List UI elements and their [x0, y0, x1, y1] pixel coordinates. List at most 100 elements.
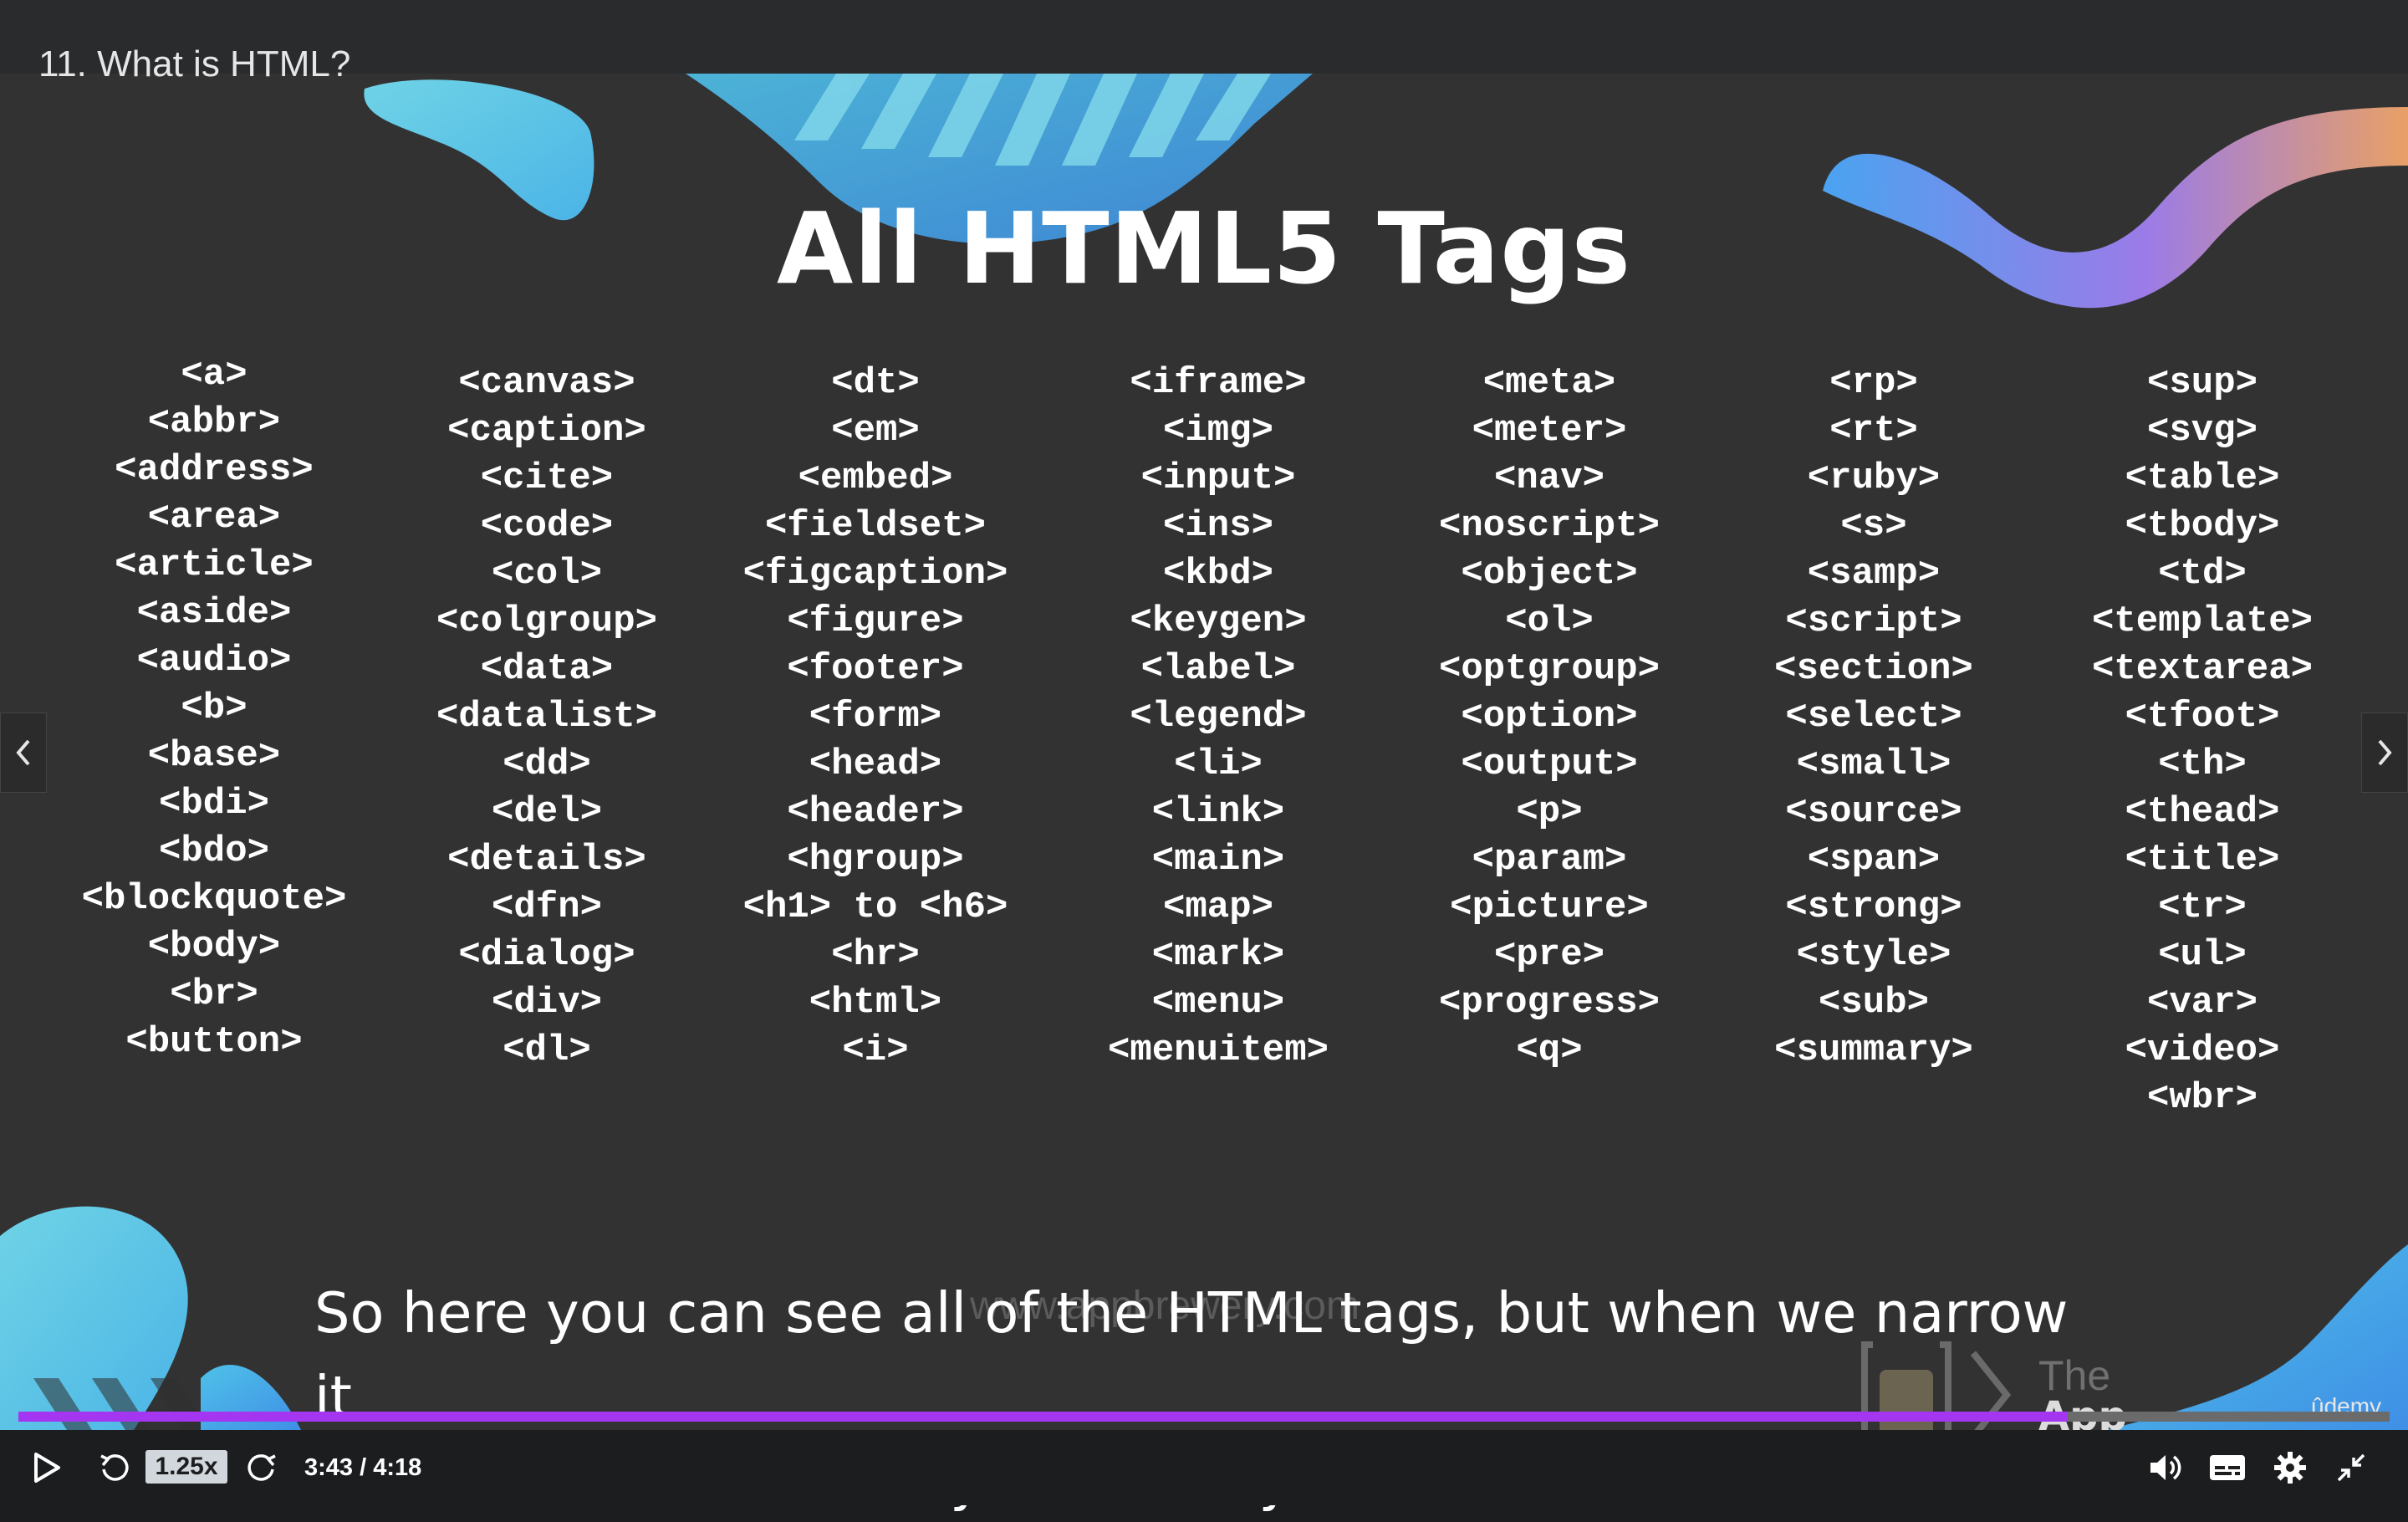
html-tag-item: <template>: [2091, 600, 2314, 642]
html-tag-item: <thead>: [2125, 791, 2280, 833]
html-tag-item: <link>: [1151, 791, 1285, 833]
html-tag-item: <title>: [2125, 839, 2280, 881]
html-tag-item: <mark>: [1151, 934, 1285, 976]
forward-button[interactable]: [239, 1430, 286, 1505]
html-tag-item: <wbr>: [2146, 1077, 2258, 1119]
exit-fullscreen-button[interactable]: [2328, 1430, 2375, 1505]
next-lecture-button[interactable]: [2361, 712, 2408, 793]
html-tag-item: <del>: [491, 791, 603, 833]
time-display: 3:43 / 4:18: [304, 1453, 422, 1481]
html-tag-item: <base>: [147, 735, 281, 777]
html-tag-item: <kbd>: [1162, 553, 1274, 595]
html-tag-item: <menu>: [1151, 982, 1285, 1024]
html-tag-item: <ol>: [1505, 600, 1594, 642]
html-tag-item: <td>: [2158, 553, 2247, 595]
html-tag-item: <pre>: [1493, 934, 1605, 976]
html-tag-item: <embed>: [798, 457, 953, 499]
html-tag-item: <head>: [809, 743, 942, 785]
play-button[interactable]: [25, 1430, 69, 1505]
html-tag-item: <area>: [147, 497, 281, 539]
html-tag-item: <figcaption>: [742, 553, 1008, 595]
volume-button[interactable]: [2140, 1430, 2191, 1505]
html-tag-item: <button>: [125, 1021, 303, 1063]
html-tag-item: <blockquote>: [81, 878, 347, 920]
html-tag-item: <canvas>: [458, 362, 635, 404]
html-tag-item: <code>: [480, 505, 614, 547]
rewind-button[interactable]: [90, 1430, 137, 1505]
slide-title: All HTML5 Tags: [777, 191, 1631, 306]
html-tag-item: <tbody>: [2125, 505, 2280, 547]
html-tag-item: <nav>: [1493, 457, 1605, 499]
html-tag-item: <keygen>: [1130, 600, 1307, 642]
html-tag-item: <abbr>: [147, 401, 281, 443]
html-tag-item: <meta>: [1482, 362, 1616, 404]
tag-column-4: <iframe> <img> <input> <ins> <kbd> <keygen> <l…: [1051, 360, 1385, 1075]
html-tag-item: <svg>: [2146, 410, 2258, 452]
html-tag-item: <dfn>: [491, 886, 603, 928]
settings-button[interactable]: [2266, 1430, 2314, 1505]
html-tag-item: <a>: [181, 354, 247, 396]
video-slide: All HTML5 Tags <a> <abbr> <address> <area> <…: [0, 74, 2408, 1430]
html-tag-item: <legend>: [1130, 696, 1307, 738]
progress-bar[interactable]: [18, 1412, 2390, 1422]
html-tag-item: <sub>: [1818, 982, 1930, 1024]
html-tag-item: <hgroup>: [787, 839, 964, 881]
html-tag-item: <tfoot>: [2125, 696, 2280, 738]
rewind-5-icon: [100, 1454, 129, 1481]
html-tag-item: <figure>: [787, 600, 964, 642]
html-tag-item: <details>: [447, 839, 646, 881]
progress-bar-fill: [18, 1412, 2069, 1422]
html-tag-item: <colgroup>: [436, 600, 658, 642]
html-tag-item: <tr>: [2158, 886, 2247, 928]
volume-icon: [2150, 1455, 2181, 1480]
html-tag-item: <input>: [1140, 457, 1296, 499]
html-tag-item: <map>: [1162, 886, 1274, 928]
html-tag-item: <datalist>: [436, 696, 658, 738]
html-tag-item: <q>: [1516, 1029, 1583, 1071]
tag-column-1: <a> <abbr> <address> <area> <article> <aside>…: [47, 351, 381, 1066]
html-tag-item: <col>: [491, 553, 603, 595]
tag-column-3: <dt> <em> <embed> <fieldset> <figcaption> <fi…: [708, 360, 1043, 1075]
html-tag-item: <caption>: [447, 410, 646, 452]
html-tag-item: <header>: [787, 791, 964, 833]
html-tag-item: <option>: [1461, 696, 1638, 738]
html-tag-item: <article>: [115, 544, 314, 586]
html-tag-item: <samp>: [1807, 553, 1941, 595]
html-tag-item: <rp>: [1829, 362, 1918, 404]
html-tag-item: <bdo>: [158, 830, 270, 872]
previous-lecture-button[interactable]: [0, 712, 47, 793]
html-tag-item: <source>: [1785, 791, 1962, 833]
html-tag-item: <dialog>: [458, 934, 635, 976]
html-tag-item: <main>: [1151, 839, 1285, 881]
html-tag-item: <table>: [2125, 457, 2280, 499]
html-tag-item: <body>: [147, 926, 281, 968]
html-tag-item: <em>: [831, 410, 920, 452]
captions-button[interactable]: [2201, 1430, 2254, 1505]
html-tag-item: <output>: [1461, 743, 1638, 785]
html-tag-item: <p>: [1516, 791, 1583, 833]
playback-speed-button[interactable]: 1.25x: [145, 1450, 227, 1484]
html-tag-item: <optgroup>: [1438, 648, 1661, 690]
html-tag-item: <noscript>: [1438, 505, 1661, 547]
lecture-title: 11. What is HTML?: [38, 43, 351, 84]
html-tag-item: <h1> to <h6>: [742, 886, 1008, 928]
html-tag-item: <th>: [2158, 743, 2247, 785]
html-tag-item: <textarea>: [2091, 648, 2314, 690]
html-tag-item: <small>: [1796, 743, 1951, 785]
html-tag-item: <footer>: [787, 648, 964, 690]
html-tag-item: <img>: [1162, 410, 1274, 452]
player-controls: 1.25x 3:43 / 4:18: [0, 1430, 2408, 1505]
html-tag-item: <b>: [181, 687, 247, 729]
tag-column-7: <sup> <svg> <table> <tbody> <td> <template> <t…: [2035, 360, 2370, 1122]
html-tag-item: <style>: [1796, 934, 1951, 976]
html-tag-item: <html>: [809, 982, 942, 1024]
html-tag-item: <meter>: [1472, 410, 1627, 452]
html-tag-item: <aside>: [136, 592, 292, 634]
tag-column-2: <canvas> <caption> <cite> <code> <col> <colgr…: [380, 360, 714, 1075]
html-tag-item: <s>: [1840, 505, 1907, 547]
html-tag-item: <ul>: [2158, 934, 2247, 976]
html-tag-item: <dl>: [503, 1029, 591, 1071]
html-tag-item: <menuitem>: [1107, 1029, 1329, 1071]
tag-column-6: <rp> <rt> <ruby> <s> <samp> <script> <section>…: [1707, 360, 2041, 1075]
html-tag-item: <strong>: [1785, 886, 1962, 928]
